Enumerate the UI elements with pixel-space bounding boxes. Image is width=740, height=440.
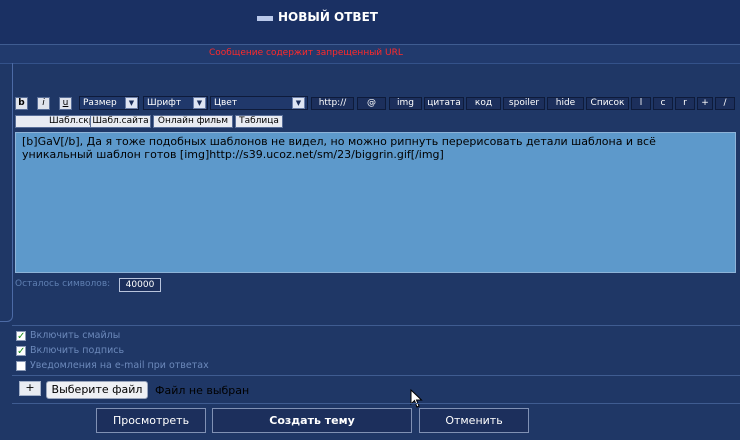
smileys-checkbox[interactable]: ✓	[16, 331, 26, 342]
check-icon: ✓	[17, 346, 26, 357]
table-button[interactable]: Таблица	[235, 115, 283, 128]
site-template-button[interactable]: Шабл.сайта	[90, 115, 151, 128]
spoiler-button[interactable]: spoiler	[503, 97, 545, 110]
quote-button[interactable]: цитата	[424, 97, 464, 110]
size-select-label: Размер	[83, 98, 117, 108]
smileys-label: Включить смайлы	[30, 330, 121, 341]
preview-button[interactable]: Просмотреть	[96, 408, 206, 433]
warning-message: Сообщение содержит запрещенный URL	[209, 48, 403, 58]
file-status: Файл не выбран	[155, 384, 250, 397]
header-marker-icon	[257, 16, 273, 21]
message-textarea[interactable]: [b]GaV[/b], Да я тоже подобных шаблонов …	[15, 132, 736, 273]
plus-button[interactable]: +	[697, 97, 713, 110]
chevron-down-icon[interactable]: ▼	[125, 97, 138, 109]
page-title: НОВЫЙ ОТВЕТ	[278, 10, 378, 24]
color-select-label: Цвет	[214, 98, 238, 108]
code-button[interactable]: код	[466, 97, 501, 110]
bold-button[interactable]: b	[15, 97, 28, 110]
check-icon: ✓	[17, 331, 26, 342]
slash-button[interactable]: /	[715, 97, 735, 110]
cancel-button[interactable]: Отменить	[419, 408, 529, 433]
email-button[interactable]: @	[357, 97, 386, 110]
italic-button[interactable]: i	[37, 97, 50, 110]
signature-checkbox[interactable]: ✓	[16, 346, 26, 357]
align-right-button[interactable]: r	[675, 97, 695, 110]
chevron-down-icon[interactable]: ▼	[193, 97, 206, 109]
chevron-down-icon[interactable]: ▼	[292, 97, 305, 109]
align-left-button[interactable]: l	[631, 97, 651, 110]
align-center-button[interactable]: c	[653, 97, 673, 110]
divider	[12, 325, 740, 326]
divider	[12, 375, 740, 376]
left-panel-border	[0, 63, 13, 322]
list-button[interactable]: Список	[586, 97, 629, 110]
underline-button[interactable]: u	[59, 97, 72, 110]
email-notify-label: Уведомления на e-mail при ответах	[30, 360, 209, 371]
signature-label: Включить подпись	[30, 345, 125, 356]
add-attachment-button[interactable]: +	[19, 381, 41, 396]
url-button[interactable]: http://	[311, 97, 354, 110]
create-topic-button[interactable]: Создать тему	[212, 408, 412, 433]
online-movie-button[interactable]: Онлайн фильм	[153, 115, 233, 128]
divider	[12, 403, 740, 404]
img-button[interactable]: img	[389, 97, 422, 110]
hide-button[interactable]: hide	[547, 97, 584, 110]
mouse-cursor-icon	[410, 389, 423, 408]
choose-file-button[interactable]: Выберите файл	[46, 381, 148, 399]
chars-left-label: Осталось символов:	[15, 279, 111, 289]
font-select-label: Шрифт	[147, 98, 182, 108]
email-notify-checkbox[interactable]	[16, 361, 26, 371]
chars-left-counter: 40000	[119, 278, 161, 292]
